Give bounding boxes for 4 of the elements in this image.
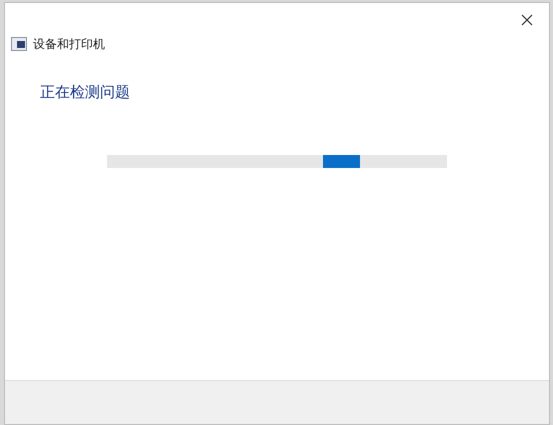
window-title: 设备和打印机 — [33, 36, 105, 53]
status-heading: 正在检测问题 — [40, 84, 130, 101]
printer-icon — [11, 37, 27, 51]
close-icon — [521, 14, 533, 26]
